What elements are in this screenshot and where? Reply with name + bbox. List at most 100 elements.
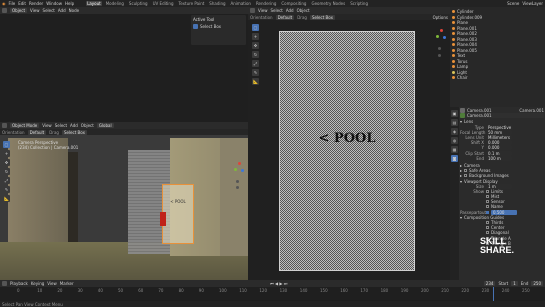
tab-scripting[interactable]: Scripting	[349, 1, 369, 6]
menu-view-image[interactable]: View	[258, 8, 268, 13]
tab-texture-paint[interactable]: Texture Paint	[177, 1, 205, 6]
editor-type-icon-image[interactable]	[250, 8, 255, 13]
zoom-icon[interactable]	[236, 180, 239, 183]
navigation-gizmo[interactable]	[232, 160, 246, 196]
object-props-icon[interactable]: ▦	[451, 146, 458, 153]
menu-view-3d[interactable]: View	[42, 123, 52, 128]
timeline-editor-icon[interactable]	[2, 281, 7, 286]
image-cursor-tool-icon[interactable]: +	[252, 33, 259, 40]
play-controls-icon[interactable]: ⏮ ◀ ▶ ⏭	[270, 281, 287, 286]
menu-add-image[interactable]: Add	[286, 8, 294, 13]
image-rotate-tool-icon[interactable]: ↻	[252, 51, 259, 58]
timeline: Playback Keying View Marker ⏮ ◀ ▶ ⏭ 234 …	[0, 280, 545, 301]
end-frame-field[interactable]: 250	[531, 281, 544, 286]
prop-clip-end[interactable]: End 100 m	[460, 155, 544, 161]
rotate-tool-icon[interactable]: ↻	[3, 168, 10, 175]
select-tool-icon[interactable]: ▢	[3, 141, 10, 148]
data-name-field[interactable]: Camera.001	[460, 113, 544, 119]
menu-window[interactable]: Window	[46, 1, 62, 6]
image-toolbar: ▢ + ✥ ↻ ⤢ ✎ 📐	[251, 23, 260, 86]
playhead[interactable]	[492, 287, 494, 301]
menu-playback[interactable]: Playback	[10, 281, 28, 286]
move-tool-icon[interactable]: ✥	[3, 159, 10, 166]
menu-edit[interactable]: Edit	[18, 1, 26, 6]
cursor-tool-icon[interactable]: +	[3, 150, 10, 157]
scene-selector[interactable]: Scene	[507, 1, 519, 6]
tab-geometry-nodes[interactable]: Geometry Nodes	[310, 1, 346, 6]
mode-dropdown[interactable]: Object	[10, 8, 28, 13]
outliner-row[interactable]: Chair	[450, 75, 545, 81]
menu-add[interactable]: Add	[58, 8, 66, 13]
scene-props-icon[interactable]: ◈	[451, 128, 458, 135]
measure-tool-icon[interactable]: 📐	[3, 195, 10, 202]
image-gizmo-z-icon[interactable]	[443, 36, 446, 39]
editor-type-icon-3d[interactable]	[2, 123, 7, 128]
tab-animation[interactable]: Animation	[230, 1, 252, 6]
menu-keying[interactable]: Keying	[31, 281, 44, 286]
menu-help[interactable]: Help	[65, 1, 74, 6]
current-frame-field[interactable]: 234	[483, 281, 496, 286]
viewport-3d[interactable]: Object Mode View Select Add Object Globa…	[0, 122, 248, 280]
tab-uv-editing[interactable]: UV Editing	[152, 1, 175, 6]
image-zoom-icon[interactable]	[438, 47, 441, 50]
status-bar: Select Pan View Context Menu	[0, 301, 545, 307]
annotate-tool-icon[interactable]: ✎	[3, 186, 10, 193]
image-move-tool-icon[interactable]: ✥	[252, 42, 259, 49]
tab-layout[interactable]: Layout	[86, 1, 102, 6]
pan-icon[interactable]	[236, 186, 239, 189]
image-drag-value[interactable]: Select Box	[309, 14, 335, 20]
orientation-value[interactable]: Default	[27, 129, 47, 135]
menu-view[interactable]: View	[30, 8, 40, 13]
view-layer-selector[interactable]: ViewLayer	[522, 1, 543, 6]
timeline-ruler[interactable]: 0 10 20 30 40 50 60 70 80 90 100 110 120 130 140 150 160…	[0, 287, 545, 301]
image-select-tool-icon[interactable]: ▢	[252, 24, 259, 31]
image-orientation-value[interactable]: Default	[275, 14, 295, 20]
gizmo-z-icon[interactable]	[241, 169, 244, 172]
menu-marker[interactable]: Marker	[60, 281, 74, 286]
tab-modeling[interactable]: Modeling	[105, 1, 125, 6]
active-tool-item[interactable]: Select Box	[193, 24, 244, 30]
drag-value[interactable]: Select Box	[61, 129, 87, 135]
scale-tool-icon[interactable]: ⤢	[3, 177, 10, 184]
menu-node[interactable]: Node	[69, 8, 79, 13]
image-scale-tool-icon[interactable]: ⤢	[252, 60, 259, 67]
image-measure-tool-icon[interactable]: 📐	[252, 78, 259, 85]
timeline-tick-label: 230	[481, 288, 490, 293]
render-props-icon[interactable]: ▣	[451, 110, 458, 117]
image-gizmo-y-icon[interactable]	[436, 35, 439, 38]
image-pan-icon[interactable]	[438, 54, 441, 57]
object-mode-dropdown[interactable]: Object Mode	[10, 123, 40, 128]
start-frame-field[interactable]: 1	[511, 281, 518, 286]
menu-select-3d[interactable]: Select	[55, 123, 67, 128]
gizmo-y-icon[interactable]	[234, 168, 237, 171]
world-props-icon[interactable]: ◍	[451, 137, 458, 144]
tab-shading[interactable]: Shading	[208, 1, 226, 6]
options-dropdown[interactable]: Options	[433, 15, 448, 20]
menu-select-image[interactable]: Select	[271, 8, 283, 13]
image-viewport[interactable]: View Select Add Object Orientation Defau…	[248, 7, 450, 280]
timeline-tick-label: 60	[138, 288, 144, 293]
properties-editor: ▣ ▤ ◈ ◍ ▦ ◙ Camera.001 Camera.001 Camera…	[450, 107, 545, 280]
tab-compositing[interactable]: Compositing	[280, 1, 307, 6]
menu-object-3d[interactable]: Object	[81, 123, 94, 128]
menu-select[interactable]: Select	[43, 8, 55, 13]
background-images-checkbox[interactable]	[464, 174, 468, 178]
tab-rendering[interactable]: Rendering	[255, 1, 277, 6]
pool-sign-box[interactable]: < POOL	[162, 184, 194, 244]
menu-add-3d[interactable]: Add	[70, 123, 78, 128]
output-props-icon[interactable]: ▤	[451, 119, 458, 126]
tab-sculpting[interactable]: Sculpting	[128, 1, 149, 6]
image-annotate-tool-icon[interactable]: ✎	[252, 69, 259, 76]
menu-file[interactable]: File	[9, 1, 16, 6]
image-gizmo-x-icon[interactable]	[440, 29, 443, 32]
image-gizmo[interactable]	[434, 27, 448, 67]
menu-render[interactable]: Render	[29, 1, 43, 6]
editor-type-icon[interactable]	[2, 8, 7, 13]
menu-view-timeline[interactable]: View	[47, 281, 57, 286]
safe-areas-checkbox[interactable]	[464, 169, 468, 173]
blender-logo-icon[interactable]: ◉	[2, 1, 6, 6]
orientation-global[interactable]: Global	[96, 123, 114, 128]
gizmo-x-icon[interactable]	[238, 162, 241, 165]
menu-object-image[interactable]: Object	[297, 8, 310, 13]
camera-data-icon[interactable]: ◙	[451, 155, 458, 162]
